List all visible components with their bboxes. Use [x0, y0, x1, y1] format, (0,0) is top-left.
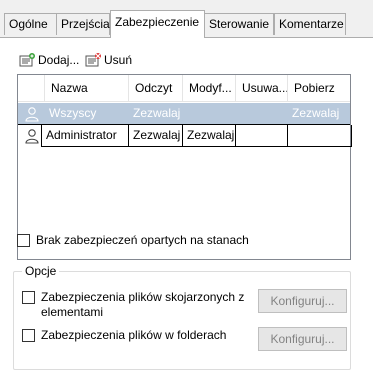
- tab-label: Komentarze: [279, 17, 344, 31]
- linked-files-security-checkbox[interactable]: [22, 291, 35, 304]
- options-group-title: Opcje: [22, 264, 60, 278]
- tab-comments[interactable]: Komentarze: [274, 13, 346, 35]
- cell-delete: [236, 103, 288, 125]
- linked-files-security-label: Zabezpieczenia plików skojarzonych z: [41, 290, 245, 304]
- column-header-read[interactable]: Odczyt: [129, 75, 183, 102]
- remove-button-label: Usuń: [104, 53, 133, 67]
- cell-name: Administrator: [41, 125, 129, 147]
- tab-label: Sterowanie: [209, 17, 270, 31]
- configure-linked-files-button[interactable]: Konfiguruj...: [258, 289, 347, 313]
- user-icon: [24, 128, 40, 144]
- tab-label: Przejścia: [61, 17, 110, 31]
- cell-take: Zezwalaj: [292, 106, 340, 120]
- tab-label: Ogólne: [9, 17, 48, 31]
- table-row[interactable]: Wszyscy Zezwalaj Zezwalaj: [18, 103, 350, 125]
- tab-transitions[interactable]: Przejścia: [56, 13, 110, 35]
- user-icon: [24, 106, 40, 122]
- cell-read: Zezwalaj: [133, 106, 181, 120]
- tab-control[interactable]: Sterowanie: [204, 13, 274, 35]
- remove-user-icon: [85, 52, 101, 68]
- grid-header: Nazwa Odczyt Modyf... Usuwa... Pobierz: [18, 75, 350, 102]
- no-state-security-checkbox[interactable]: [17, 234, 30, 247]
- add-button[interactable]: Dodaj...: [19, 51, 79, 69]
- column-header-take[interactable]: Pobierz: [288, 75, 352, 102]
- folder-files-security-checkbox[interactable]: [22, 329, 35, 342]
- cell-delete: [236, 125, 288, 147]
- column-header-name[interactable]: Nazwa: [45, 75, 129, 102]
- cell-read: Zezwalaj: [129, 125, 183, 147]
- security-panel: Dodaj... Usuń Nazwa Odczyt Modyf... Usuw…: [0, 37, 373, 379]
- icon-column-header: [18, 75, 45, 102]
- folder-files-security-label: Zabezpieczenia plików w folderach: [41, 328, 227, 342]
- tab-general[interactable]: Ogólne: [4, 13, 58, 35]
- add-button-label: Dodaj...: [38, 53, 80, 67]
- cell-modify: Zezwalaj: [183, 125, 236, 147]
- linked-files-security-label-line2: elementami: [41, 305, 104, 319]
- options-group: [13, 271, 351, 370]
- tab-strip: Ogólne Przejścia Zabezpieczenie Sterowan…: [0, 0, 373, 38]
- cell-name: Wszyscy: [49, 106, 97, 120]
- add-user-icon: [19, 52, 35, 68]
- column-header-modify[interactable]: Modyf...: [183, 75, 236, 102]
- column-header-delete[interactable]: Usuwa...: [236, 75, 288, 102]
- tab-label: Zabezpieczenie: [115, 15, 200, 29]
- remove-button[interactable]: Usuń: [85, 51, 132, 69]
- configure-folder-files-button[interactable]: Konfiguruj...: [258, 327, 347, 351]
- cell-take: [288, 125, 352, 147]
- tab-security[interactable]: Zabezpieczenie: [110, 10, 205, 38]
- table-row[interactable]: Administrator Zezwalaj Zezwalaj: [18, 124, 352, 147]
- cell-modify: [183, 103, 236, 125]
- no-state-security-label: Brak zabezpieczeń opartych na stanach: [36, 233, 249, 247]
